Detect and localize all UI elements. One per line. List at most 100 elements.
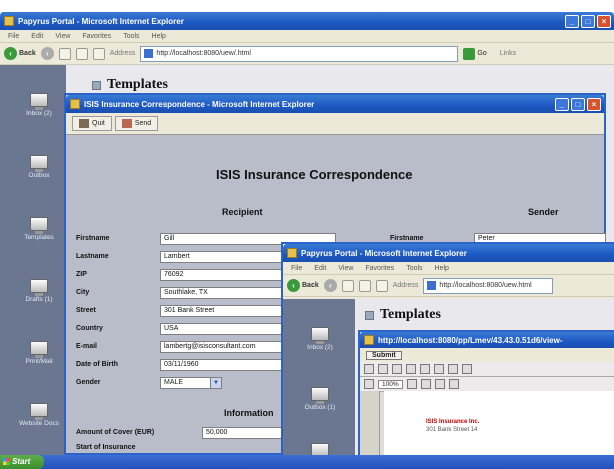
menu-edit[interactable]: Edit xyxy=(314,265,326,272)
stop-icon[interactable] xyxy=(58,47,71,60)
pdf-toolbar-2: 100% xyxy=(360,377,614,392)
third-title-bar[interactable]: Papyrus Portal - Microsoft Internet Expl… xyxy=(283,244,614,262)
bookmarks-panel-tab[interactable] xyxy=(360,391,380,459)
go-arrow-icon xyxy=(463,47,476,60)
save-icon[interactable] xyxy=(364,364,374,374)
prev-page-icon[interactable] xyxy=(448,364,458,374)
back-label: Back xyxy=(302,282,319,289)
first-page-icon[interactable] xyxy=(434,364,444,374)
field-label: ZIP xyxy=(76,271,87,278)
field-label: Lastname xyxy=(76,253,109,260)
quit-label: Quit xyxy=(92,120,105,127)
zoom-out-icon[interactable] xyxy=(364,379,374,389)
amount-input[interactable]: 50,000 xyxy=(202,427,292,439)
quit-button[interactable]: Quit xyxy=(72,116,112,131)
computer-icon xyxy=(311,327,329,344)
nav-item-print-mail[interactable]: Print/Mail xyxy=(14,341,64,365)
select-icon[interactable] xyxy=(420,364,430,374)
templates-title: Templates xyxy=(380,307,441,322)
nav-label: Drafts (1) xyxy=(25,296,53,303)
isis-toolbar: Quit Send xyxy=(66,113,604,135)
computer-icon xyxy=(30,93,48,110)
doc-address-line: 301 Bank Street 14 xyxy=(426,427,478,433)
refresh-icon[interactable] xyxy=(75,47,88,60)
search-icon[interactable] xyxy=(392,364,402,374)
templates-heading: Templates xyxy=(92,77,168,93)
print-icon[interactable] xyxy=(378,364,388,374)
rotate-icon[interactable] xyxy=(448,379,459,389)
menu-favorites[interactable]: Favorites xyxy=(365,265,394,272)
maximize-icon[interactable]: □ xyxy=(571,97,585,111)
back-button[interactable]: ‹ Back xyxy=(4,47,36,60)
isis-title-bar[interactable]: ISIS Insurance Correspondence - Microsof… xyxy=(66,95,604,113)
forward-arrow-icon[interactable]: › xyxy=(323,279,337,292)
ie-icon xyxy=(4,16,14,26)
menu-file[interactable]: File xyxy=(8,33,19,40)
start-button[interactable]: Start xyxy=(0,455,44,469)
menu-help[interactable]: Help xyxy=(435,265,449,272)
go-button[interactable]: Go xyxy=(463,47,487,60)
collapse-icon[interactable] xyxy=(365,310,374,320)
fit-page-icon[interactable] xyxy=(420,379,431,389)
computer-icon xyxy=(30,279,48,296)
menu-view[interactable]: View xyxy=(55,33,70,40)
zoom-level[interactable]: 100% xyxy=(378,379,403,389)
links-label[interactable]: Links xyxy=(500,50,516,57)
close-icon[interactable]: × xyxy=(587,97,601,111)
menu-file[interactable]: File xyxy=(291,265,302,272)
zoom-in-icon[interactable] xyxy=(406,379,417,389)
page-icon xyxy=(427,281,437,290)
menu-tools[interactable]: Tools xyxy=(406,265,422,272)
submit-button[interactable]: Submit xyxy=(366,350,402,360)
back-label: Back xyxy=(19,50,36,57)
computer-icon xyxy=(30,403,48,420)
fit-width-icon[interactable] xyxy=(434,379,445,389)
nav-item-outbox[interactable]: Outbox xyxy=(14,155,64,179)
nav-item-outbox[interactable]: Outbox (1) xyxy=(295,387,345,411)
ie-icon xyxy=(287,248,297,258)
send-button[interactable]: Send xyxy=(114,116,159,131)
close-icon[interactable]: × xyxy=(597,14,611,28)
amount-label: Amount of Cover (EUR) xyxy=(76,429,155,436)
hand-icon[interactable] xyxy=(406,364,416,374)
address-bar[interactable]: http://localhost:8080/uew/.html xyxy=(140,45,459,62)
home-icon[interactable] xyxy=(375,279,388,292)
forward-arrow-icon[interactable]: › xyxy=(40,47,54,60)
pdf-title-bar[interactable]: http://localhost:8080/pp/Lmev/43.43.0.51… xyxy=(360,332,614,348)
menu-tools[interactable]: Tools xyxy=(123,33,139,40)
ie-icon xyxy=(364,335,374,345)
nav-item-drafts[interactable]: Drafts (1) xyxy=(14,279,64,303)
menu-help[interactable]: Help xyxy=(152,33,166,40)
nav-label: Website Docs xyxy=(19,420,59,427)
next-page-icon[interactable] xyxy=(462,364,472,374)
home-icon[interactable] xyxy=(92,47,105,60)
main-window-title: Papyrus Portal - Microsoft Internet Expl… xyxy=(18,16,184,26)
taskbar xyxy=(0,455,614,469)
nav-item-inbox[interactable]: Inbox (2) xyxy=(14,93,64,117)
nav-item-templates[interactable]: Templates xyxy=(14,217,64,241)
address-label: Address xyxy=(109,50,136,57)
menu-view[interactable]: View xyxy=(338,265,353,272)
nav-item-website-docs[interactable]: Website Docs xyxy=(14,403,64,427)
main-title-bar[interactable]: Papyrus Portal - Microsoft Internet Expl… xyxy=(0,12,614,30)
back-button[interactable]: ‹ Back xyxy=(287,279,319,292)
gender-select[interactable]: MALE ▼ xyxy=(160,377,222,389)
refresh-icon[interactable] xyxy=(358,279,371,292)
nav-label: Templates xyxy=(24,234,54,241)
computer-icon xyxy=(30,217,48,234)
minimize-icon[interactable]: _ xyxy=(555,97,569,111)
nav-label: Inbox (2) xyxy=(307,344,333,351)
templates-title: Templates xyxy=(107,77,168,92)
information-heading: Information xyxy=(224,408,274,418)
stop-icon[interactable] xyxy=(341,279,354,292)
menu-favorites[interactable]: Favorites xyxy=(82,33,111,40)
third-toolbar: ‹ Back › Address http://localhost:8080/ue… xyxy=(283,275,614,297)
minimize-icon[interactable]: _ xyxy=(565,14,579,28)
nav-item-inbox[interactable]: Inbox (2) xyxy=(295,327,345,351)
address-bar[interactable]: http://localhost:8080/uew.html xyxy=(423,277,554,294)
maximize-icon[interactable]: □ xyxy=(581,14,595,28)
menu-edit[interactable]: Edit xyxy=(31,33,43,40)
collapse-icon[interactable] xyxy=(92,80,101,90)
pdf-window: http://localhost:8080/pp/Lmev/43.43.0.51… xyxy=(358,330,614,459)
address-url: http://localhost:8080/uew.html xyxy=(439,282,532,289)
